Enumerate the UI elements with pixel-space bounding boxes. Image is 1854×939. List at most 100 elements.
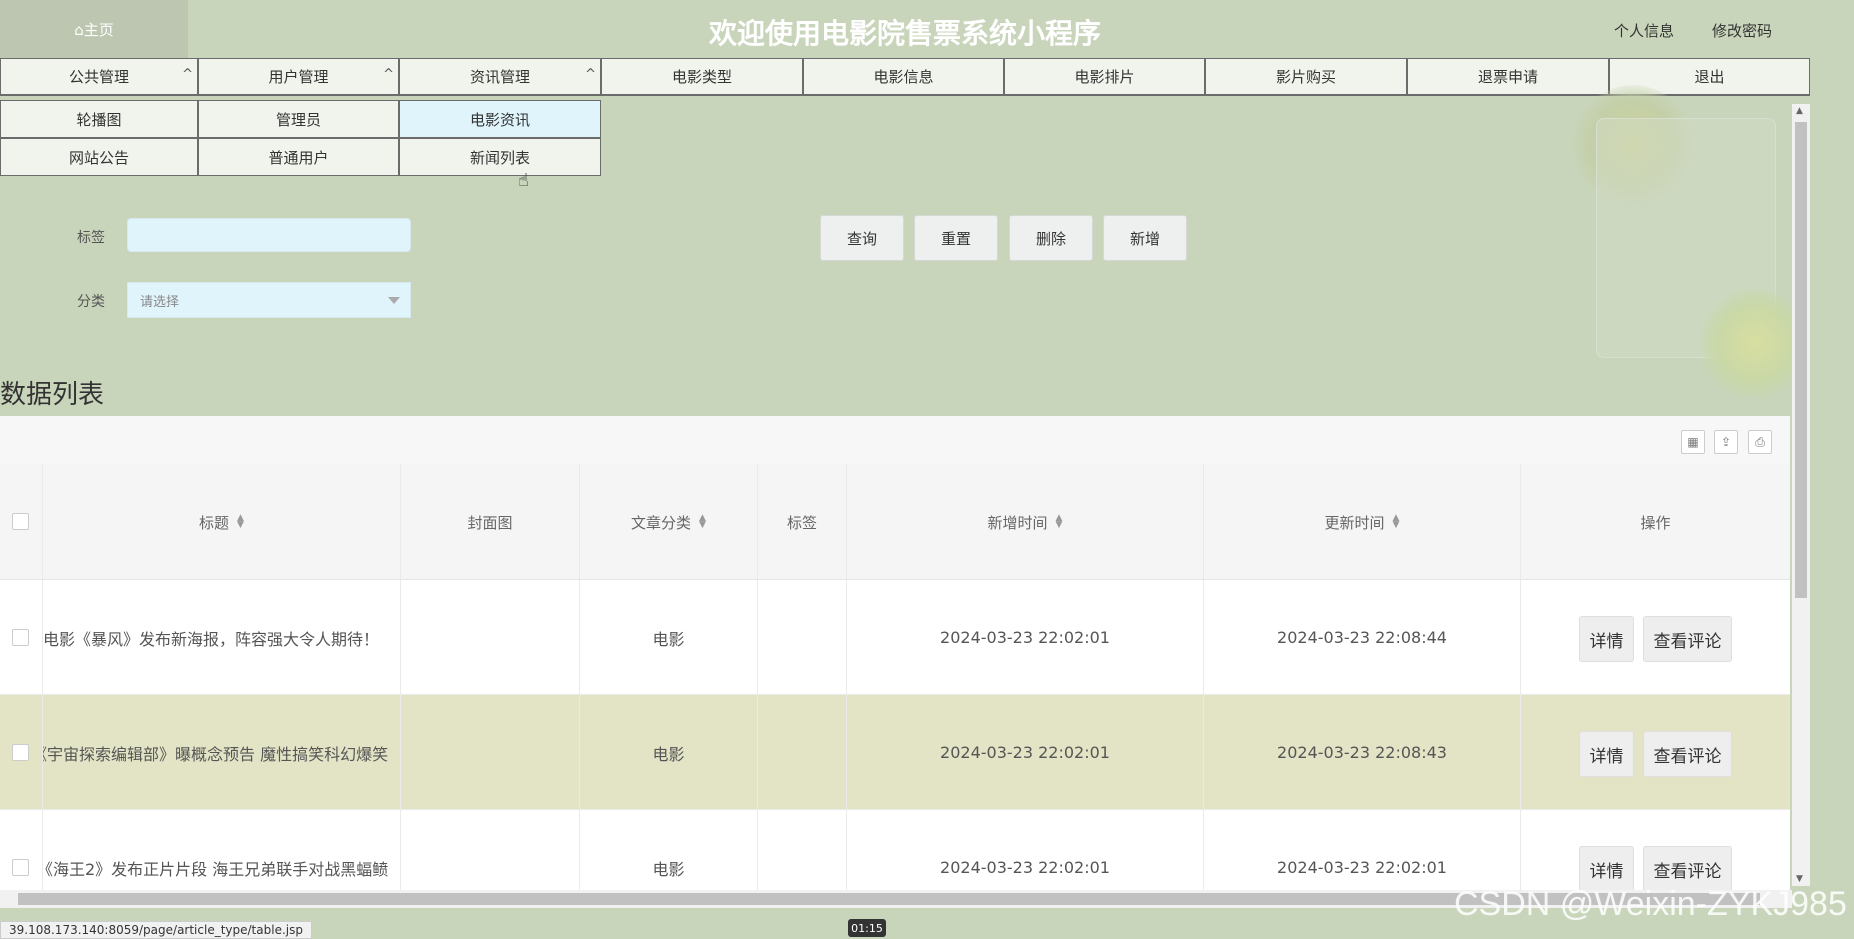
cell-tag — [758, 695, 847, 810]
scroll-down-icon[interactable]: ▼ — [1796, 874, 1803, 884]
table-row: 《宇宙探索编辑部》曝概念预告 魔性搞笑科幻爆笑 电影 2024-03-23 22… — [0, 695, 1790, 810]
cell-title: 《海王2》发布正片片段 海王兄弟联手对战黑蝠鲼 — [43, 810, 401, 890]
col-title-label: 标题 — [199, 513, 230, 532]
data-list-title: 数据列表 — [0, 380, 105, 410]
data-table: ▦ ⇪ ⎙ 标题 ▲ ▼ 封面图 文章分类 ▲ ▼ 标签 新增时间 ▲ ▼ 更新时间 ▲ ▼ 操… — [0, 416, 1790, 890]
chevron-up-icon: ^ — [585, 67, 596, 82]
nav-label: 用户管理 — [268, 68, 329, 86]
category-label: 分类 — [77, 294, 105, 310]
submenu-movie-news[interactable]: 电影资讯 — [399, 100, 601, 138]
export-icon[interactable]: ⇪ — [1714, 430, 1738, 454]
nav-movie-schedule[interactable]: 电影排片 — [1004, 58, 1205, 95]
table-row: 电影《暴风》发布新海报，阵容强大令人期待！ 电影 2024-03-23 22:0… — [0, 580, 1790, 695]
nav-refund-requests[interactable]: 退票申请 — [1407, 58, 1609, 95]
cell-updated: 2024-03-23 22:08:43 — [1204, 695, 1521, 810]
select-all-checkbox[interactable] — [12, 513, 29, 530]
cell-category: 电影 — [580, 810, 758, 890]
table-row: 《海王2》发布正片片段 海王兄弟联手对战黑蝠鲼 电影 2024-03-23 22… — [0, 810, 1790, 890]
col-updated[interactable]: 更新时间 ▲ ▼ — [1204, 464, 1521, 580]
nav-user-management[interactable]: 用户管理 ^ — [198, 58, 399, 95]
table-header: 标题 ▲ ▼ 封面图 文章分类 ▲ ▼ 标签 新增时间 ▲ ▼ 更新时间 ▲ ▼ 操作 — [0, 464, 1790, 580]
sort-icon[interactable]: ▲ ▼ — [699, 514, 706, 530]
cell-updated: 2024-03-23 22:08:44 — [1204, 580, 1521, 695]
time-badge: 01:15 — [848, 919, 886, 937]
submenu-news-list[interactable]: 新闻列表 — [399, 138, 601, 176]
cell-tag — [758, 810, 847, 890]
reset-button[interactable]: 重置 — [914, 215, 998, 261]
cell-cover — [401, 580, 580, 695]
submenu-carousel[interactable]: 轮播图 — [0, 100, 198, 138]
cell-created: 2024-03-23 22:02:01 — [847, 695, 1204, 810]
submenu-admins[interactable]: 管理员 — [198, 100, 399, 138]
query-button[interactable]: 查询 — [820, 215, 904, 261]
change-password-link[interactable]: 修改密码 — [1712, 20, 1772, 41]
col-title[interactable]: 标题 ▲ ▼ — [43, 464, 401, 580]
cell-created: 2024-03-23 22:02:01 — [847, 580, 1204, 695]
view-comments-button[interactable]: 查看评论 — [1643, 616, 1732, 662]
cell-title-text: 《海王2》发布正片片段 海王兄弟联手对战黑蝠鲼 — [43, 859, 389, 879]
col-created[interactable]: 新增时间 ▲ ▼ — [847, 464, 1204, 580]
row-select-cell — [0, 695, 43, 810]
submenu-site-announcements[interactable]: 网站公告 — [0, 138, 198, 176]
detail-button[interactable]: 详情 — [1579, 731, 1634, 777]
row-checkbox[interactable] — [12, 744, 29, 761]
watermark: CSDN @Weixin-ZYKJ985 — [1454, 885, 1847, 923]
nav-movie-info[interactable]: 电影信息 — [803, 58, 1004, 95]
sort-icon[interactable]: ▲ ▼ — [1056, 514, 1063, 530]
view-comments-button[interactable]: 查看评论 — [1643, 846, 1732, 890]
col-category[interactable]: 文章分类 ▲ ▼ — [580, 464, 758, 580]
nav-movie-types[interactable]: 电影类型 — [601, 58, 803, 95]
cell-tag — [758, 580, 847, 695]
chevron-up-icon: ^ — [383, 67, 394, 82]
sort-icon[interactable]: ▲ ▼ — [237, 514, 244, 530]
print-icon[interactable]: ⎙ — [1748, 430, 1772, 454]
detail-button[interactable]: 详情 — [1579, 616, 1634, 662]
col-category-label: 文章分类 — [631, 513, 692, 532]
nav-ticket-purchase[interactable]: 影片购买 — [1205, 58, 1407, 95]
tag-label: 标签 — [77, 230, 105, 246]
col-tag: 标签 — [758, 464, 847, 580]
cell-updated: 2024-03-23 22:02:01 — [1204, 810, 1521, 890]
col-actions: 操作 — [1640, 513, 1671, 532]
site-title: 欢迎使用电影院售票系统小程序 — [708, 17, 1101, 50]
nav-public-management[interactable]: 公共管理 ^ — [0, 58, 198, 95]
cell-title-text: 《宇宙探索编辑部》曝概念预告 魔性搞笑科幻爆笑 — [43, 744, 389, 764]
nav-news-management[interactable]: 资讯管理 ^ — [399, 58, 601, 95]
columns-icon[interactable]: ▦ — [1681, 430, 1705, 454]
chevron-up-icon: ^ — [182, 67, 193, 82]
submenu-regular-users[interactable]: 普通用户 — [198, 138, 399, 176]
cell-title: 电影《暴风》发布新海报，阵容强大令人期待！ — [43, 580, 401, 695]
col-updated-label: 更新时间 — [1324, 513, 1385, 532]
add-button[interactable]: 新增 — [1103, 215, 1187, 261]
nav-label: 公共管理 — [68, 68, 129, 86]
cell-title: 《宇宙探索编辑部》曝概念预告 魔性搞笑科幻爆笑 — [43, 695, 401, 810]
header: ⌂主页 欢迎使用电影院售票系统小程序 个人信息 修改密码 — [0, 0, 1810, 58]
category-select[interactable]: 请选择 — [127, 282, 411, 318]
row-select-cell — [0, 580, 43, 695]
col-created-label: 新增时间 — [987, 513, 1048, 532]
select-all-cell — [0, 464, 43, 580]
cell-cover — [401, 695, 580, 810]
table-toolbar: ▦ ⇪ ⎙ — [0, 416, 1790, 464]
nav-label: 资讯管理 — [469, 68, 530, 86]
main-nav: 公共管理 ^ 用户管理 ^ 资讯管理 ^ 电影类型 电影信息 电影排片 影片购买… — [0, 58, 1810, 96]
profile-link[interactable]: 个人信息 — [1614, 20, 1674, 41]
vertical-scroll-thumb[interactable] — [1795, 122, 1807, 598]
row-select-cell — [0, 810, 43, 890]
detail-button[interactable]: 详情 — [1579, 846, 1634, 890]
vertical-scrollbar[interactable]: ▲ ▼ — [1792, 104, 1810, 886]
cell-created: 2024-03-23 22:02:01 — [847, 810, 1204, 890]
row-checkbox[interactable] — [12, 859, 29, 876]
view-comments-button[interactable]: 查看评论 — [1643, 731, 1732, 777]
cell-category: 电影 — [580, 580, 758, 695]
col-cover: 封面图 — [401, 464, 580, 580]
sort-icon[interactable]: ▲ ▼ — [1393, 514, 1400, 530]
chevron-down-icon — [388, 297, 400, 304]
category-select-value: 请选择 — [140, 294, 180, 310]
hand-cursor-icon: ☝ — [518, 170, 529, 191]
scroll-up-icon[interactable]: ▲ — [1796, 106, 1803, 116]
tag-input[interactable] — [127, 218, 411, 252]
status-url: 39.108.173.140:8059/page/article_type/ta… — [0, 921, 312, 939]
row-checkbox[interactable] — [12, 629, 29, 646]
delete-button[interactable]: 删除 — [1009, 215, 1093, 261]
